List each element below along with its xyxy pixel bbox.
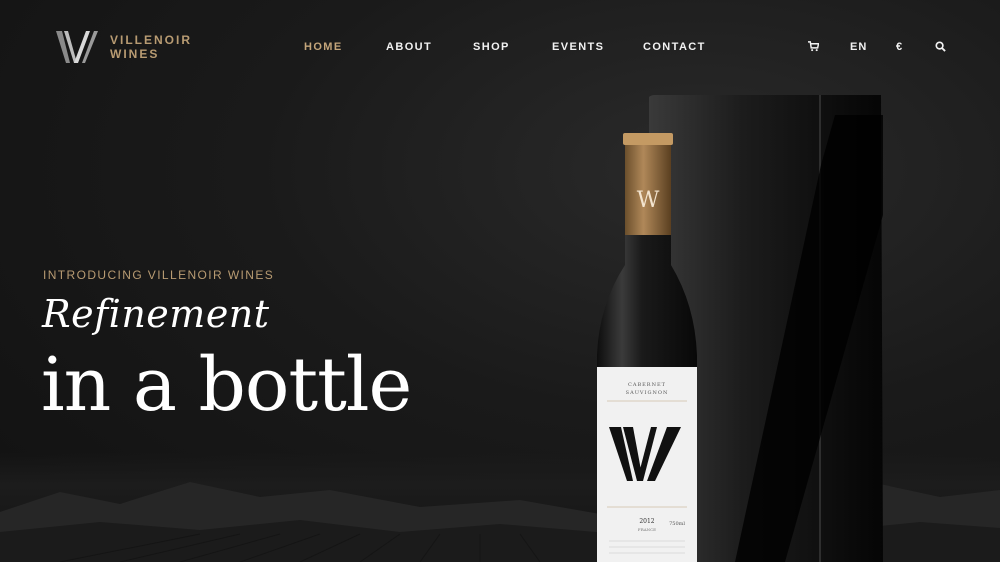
header-tools: EN €	[0, 41, 1000, 55]
search-icon	[935, 41, 946, 52]
hero-headline-main: in a bottle	[41, 342, 412, 428]
product-visual: W CABERNET SAUVIGNON 2012 FRANCE 750ml	[585, 95, 885, 562]
search-button[interactable]	[935, 41, 946, 55]
label-volume: 750ml	[669, 521, 685, 527]
hero-eyebrow: INTRODUCING VILLENOIR WINES	[43, 268, 275, 282]
hero-headline-italic: Refinement	[42, 292, 270, 336]
language-selector[interactable]: EN	[850, 41, 867, 53]
currency-selector[interactable]: €	[896, 41, 903, 53]
label-country: FRANCE	[638, 527, 656, 532]
label-line1: CABERNET	[628, 382, 666, 388]
site-header: VILLENOIR WINES HOME ABOUT SHOP EVENTS C…	[0, 0, 1000, 96]
label-year: 2012	[639, 518, 654, 525]
cart-button[interactable]	[808, 41, 820, 55]
wine-bottle-illustration: W CABERNET SAUVIGNON 2012 FRANCE 750ml	[597, 95, 883, 562]
capsule-monogram: W	[637, 188, 660, 213]
label-line2: SAUVIGNON	[626, 390, 669, 396]
cart-icon	[808, 41, 820, 52]
